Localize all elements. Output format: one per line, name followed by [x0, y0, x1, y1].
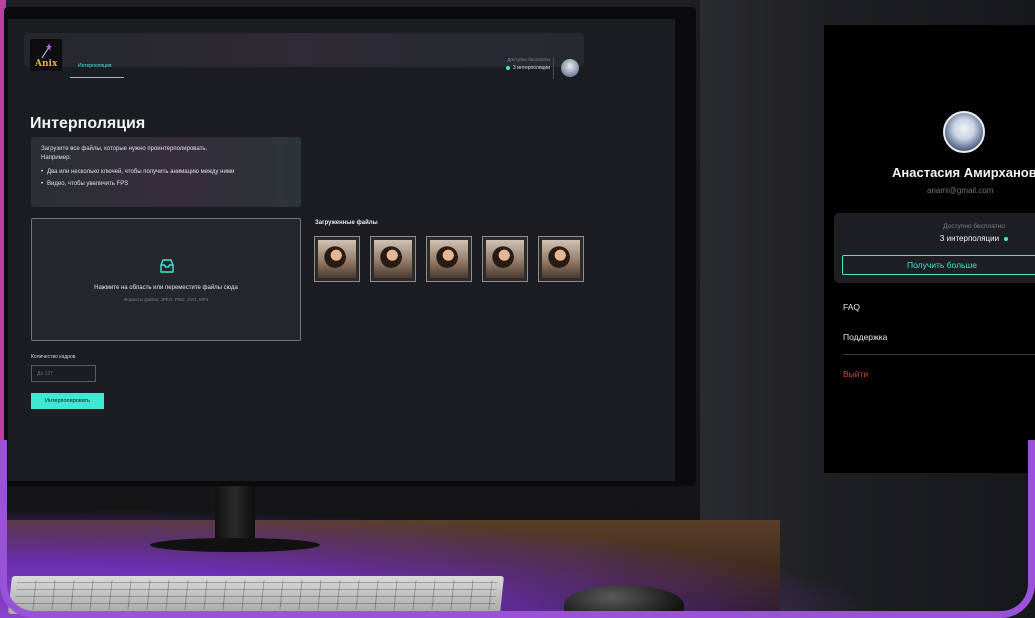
- uploaded-file-thumbnail[interactable]: [314, 236, 360, 282]
- monitor-stand-base: [150, 538, 320, 552]
- uploaded-file-thumbnail[interactable]: [538, 236, 584, 282]
- thumbnail-image: [318, 240, 356, 278]
- menu-item-support[interactable]: Поддержка: [843, 332, 887, 342]
- dropzone-formats: Форматы файла: JPEG, PNG, SVG, MP4: [123, 297, 209, 302]
- uploaded-file-thumbnail[interactable]: [370, 236, 416, 282]
- inbox-icon: [160, 259, 174, 273]
- app-logo[interactable]: Anix: [30, 39, 62, 71]
- logo-text: Anix: [35, 59, 58, 69]
- thumbnail-image: [542, 240, 580, 278]
- avatar: [943, 111, 985, 153]
- uploaded-file-thumbnail[interactable]: [426, 236, 472, 282]
- avatar-button[interactable]: [561, 59, 579, 77]
- profile-credits-value: 3 интерполяции: [924, 234, 1024, 243]
- get-more-button[interactable]: Получить больше: [842, 255, 1035, 275]
- monitor-stand: [215, 484, 255, 544]
- credits-value: 3 интерполяции: [470, 65, 550, 71]
- frames-label: Количество кадров: [31, 354, 76, 360]
- info-box: Загрузите все файлы, которые нужно проин…: [31, 137, 301, 207]
- user-name: Анастасия Амирханова: [892, 165, 1035, 180]
- uploaded-file-thumbnail[interactable]: [482, 236, 528, 282]
- uploaded-files-list: [314, 236, 584, 282]
- menu-divider: [843, 354, 1035, 355]
- credits-value-text: 3 интерполяции: [513, 65, 550, 71]
- keyboard: [8, 576, 504, 614]
- credits-label: Доступно бесплатно: [507, 57, 550, 62]
- info-text: Загрузите все файлы, которые нужно проин…: [41, 146, 208, 152]
- uploaded-files-label: Загруженные файлы: [315, 220, 378, 226]
- logout-link[interactable]: Выйти: [843, 369, 868, 379]
- monitor: Anix Интерполяция Доступно бесплатно 3 и…: [4, 7, 696, 486]
- tab-interpolation[interactable]: Интерполяция: [78, 63, 112, 69]
- info-example-label: Например:: [41, 155, 72, 161]
- scene-background: Anix Интерполяция Доступно бесплатно 3 и…: [0, 0, 1035, 618]
- dropzone-text: Нажмите на область или переместите файлы…: [94, 285, 238, 291]
- active-tab-indicator: [70, 77, 124, 78]
- file-dropzone[interactable]: Нажмите на область или переместите файлы…: [31, 218, 301, 341]
- computer-mouse: [564, 585, 684, 618]
- profile-credits-value-text: 3 интерполяции: [939, 234, 1000, 243]
- thumbnail-image: [486, 240, 524, 278]
- info-bullet-video: Видео, чтобы увеличить FPS: [41, 181, 291, 187]
- thumbnail-image: [430, 240, 468, 278]
- app-screen: Anix Интерполяция Доступно бесплатно 3 и…: [8, 19, 675, 481]
- divider: [553, 57, 554, 79]
- interpolate-button[interactable]: Интерполировать: [31, 393, 104, 409]
- info-bullet-keys: Два или несколько ключей, чтобы получить…: [41, 169, 291, 175]
- status-dot-icon: [506, 65, 511, 70]
- profile-panel: Анастасия Амирханова anami@gmail.com Дос…: [824, 25, 1035, 473]
- credits-card: Доступно бесплатно 3 интерполяции Получи…: [834, 213, 1035, 283]
- user-email: anami@gmail.com: [927, 186, 994, 195]
- menu-item-faq[interactable]: FAQ: [843, 302, 860, 312]
- thumbnail-image: [374, 240, 412, 278]
- page-title: Интерполяция: [30, 115, 146, 132]
- status-dot-icon: [1004, 236, 1009, 241]
- wand-icon: [41, 43, 52, 59]
- frames-input[interactable]: [31, 365, 96, 382]
- profile-credits-label: Доступно бесплатно: [943, 223, 1005, 230]
